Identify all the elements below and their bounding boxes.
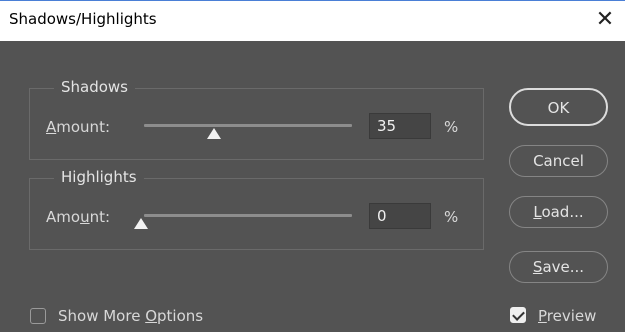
shadows-amount-label: Amount: [46,118,111,136]
highlights-amount-input[interactable]: 0 [369,203,431,229]
highlights-percent-unit: % [444,208,459,226]
shadows-group: Shadows Amount: 35 % [29,78,484,160]
shadows-percent-unit: % [444,118,459,136]
show-more-options-checkbox[interactable] [30,308,46,324]
ok-button[interactable]: OK [509,88,608,126]
shadows-amount-slider-track[interactable] [144,124,352,127]
save-button[interactable]: Save... [509,251,608,283]
highlights-amount-label: Amount: [46,208,111,226]
title-bar: Shadows/Highlights ✕ [0,0,625,41]
highlights-group: Highlights Amount: 0 % [29,168,484,250]
cancel-button[interactable]: Cancel [509,145,608,177]
shadows-legend: Shadows [54,78,136,96]
load-button[interactable]: Load... [509,196,608,228]
dialog-body: Shadows Amount: 35 % Highlights Amount: … [0,41,625,332]
close-icon[interactable]: ✕ [591,4,619,36]
highlights-legend: Highlights [54,168,144,186]
show-more-options-label[interactable]: Show More Options [58,307,203,325]
dialog-title: Shadows/Highlights [9,10,157,28]
highlights-amount-slider-thumb[interactable] [134,218,148,229]
preview-checkbox[interactable] [510,307,526,323]
shadows-amount-input[interactable]: 35 [369,113,431,139]
highlights-amount-slider-track[interactable] [144,214,352,217]
preview-label[interactable]: Preview [538,307,596,325]
shadows-amount-slider-thumb[interactable] [207,128,221,139]
